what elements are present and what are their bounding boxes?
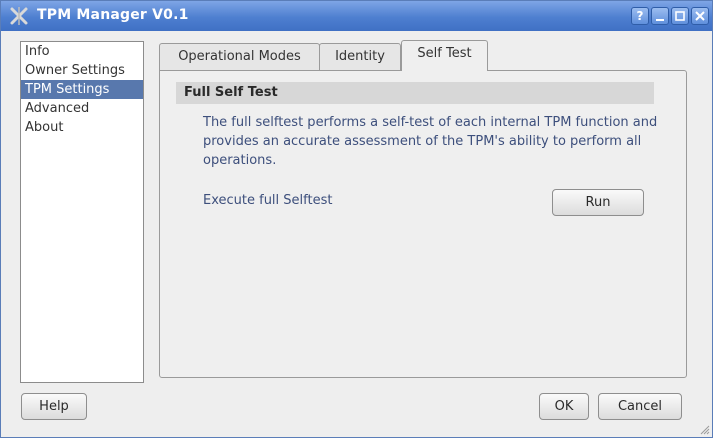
sidebar-item-owner-settings[interactable]: Owner Settings: [21, 61, 143, 80]
execute-selftest-label: Execute full Selftest: [203, 193, 333, 208]
settings-category-list[interactable]: Info Owner Settings TPM Settings Advance…: [20, 41, 144, 383]
app-icon: [10, 7, 28, 25]
sidebar-item-about[interactable]: About: [21, 118, 143, 137]
ok-button[interactable]: OK: [539, 393, 589, 420]
minimize-button[interactable]: [651, 7, 669, 25]
help-button[interactable]: Help: [21, 393, 87, 420]
selftest-description: The full selftest performs a self-test o…: [203, 115, 658, 168]
resize-grip-icon[interactable]: [698, 423, 710, 435]
minimize-icon: [656, 19, 664, 21]
tab-self-test[interactable]: Self Test: [401, 40, 488, 71]
tab-identity[interactable]: Identity: [319, 43, 401, 70]
cancel-button[interactable]: Cancel: [598, 393, 682, 420]
tpm-manager-window: TPM Manager V0.1 ? Info Owner Settings T…: [0, 0, 713, 438]
section-title: Full Self Test: [176, 82, 654, 104]
close-button[interactable]: [691, 7, 709, 25]
sidebar-item-advanced[interactable]: Advanced: [21, 99, 143, 118]
help-title-button[interactable]: ?: [631, 7, 649, 25]
maximize-icon: [675, 11, 685, 21]
close-icon: [695, 11, 705, 21]
maximize-button[interactable]: [671, 7, 689, 25]
run-button[interactable]: Run: [552, 189, 644, 216]
sidebar-item-info[interactable]: Info: [21, 42, 143, 61]
tab-operational-modes[interactable]: Operational Modes: [159, 43, 320, 70]
title-bar[interactable]: TPM Manager V0.1 ?: [1, 1, 712, 31]
sidebar-item-tpm-settings[interactable]: TPM Settings: [21, 80, 143, 99]
window-title: TPM Manager V0.1: [37, 7, 189, 23]
